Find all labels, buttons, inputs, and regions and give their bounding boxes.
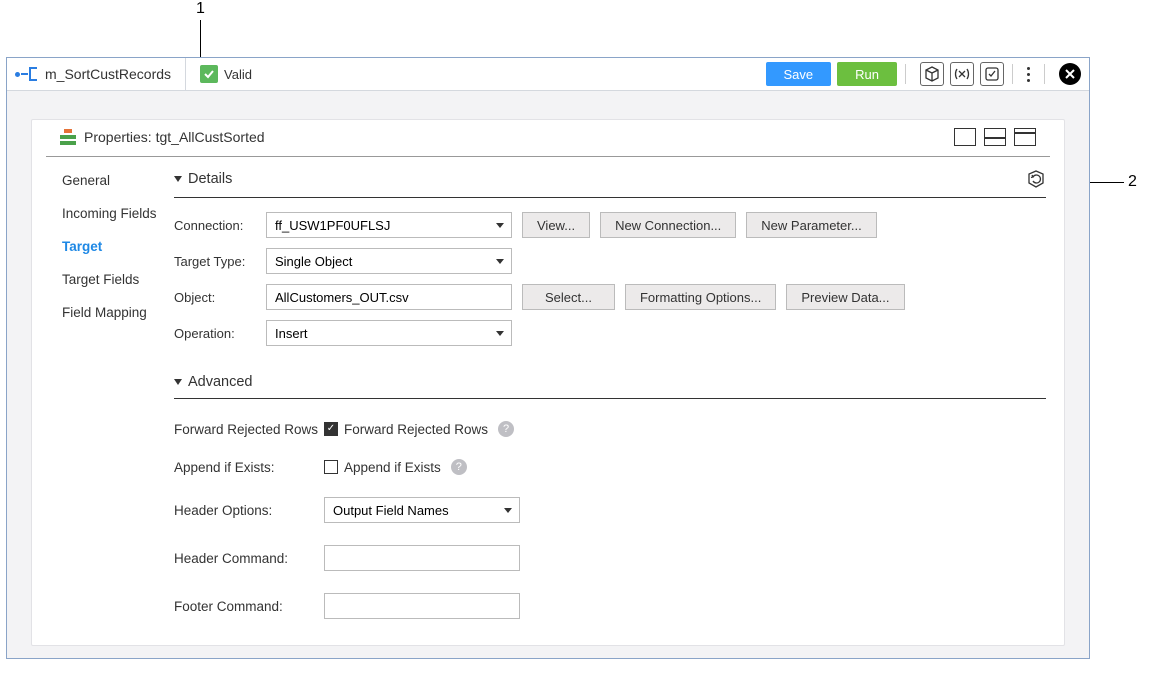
target-type-select[interactable] [266,248,512,274]
details-section-header[interactable]: Details [174,169,1046,198]
properties-main: Details Connection: View... New Connecti… [170,157,1050,645]
object-label: Object: [174,290,266,305]
run-button[interactable]: Run [837,62,897,86]
tab-field-mapping[interactable]: Field Mapping [62,305,170,320]
top-toolbar: m_SortCustRecords Valid Save Run [7,58,1089,91]
refresh-icon[interactable] [1026,169,1046,189]
valid-label: Valid [224,67,252,82]
append-if-exists-help-icon[interactable]: ? [451,459,467,475]
header-options-label: Header Options: [174,503,324,518]
operation-label: Operation: [174,326,266,341]
toolbar-separator [905,64,906,84]
target-transformation-icon [60,129,76,145]
header-command-input[interactable] [324,545,520,571]
forward-rejected-rows-checkbox[interactable] [324,422,338,436]
close-button[interactable] [1059,63,1081,85]
footer-command-input[interactable] [324,593,520,619]
more-menu-button[interactable] [1021,67,1036,82]
target-type-row: Target Type: [174,248,1046,274]
advanced-section-title: Advanced [188,374,253,390]
cube-icon-button[interactable] [920,62,944,86]
properties-side-tabs: General Incoming Fields Target Target Fi… [46,157,170,645]
header-options-row: Header Options: [174,497,1046,523]
advanced-disclosure-icon [174,379,182,385]
properties-header: Properties: tgt_AllCustSorted [46,120,1050,157]
validate-icon-button[interactable] [980,62,1004,86]
operation-row: Operation: [174,320,1046,346]
new-connection-button[interactable]: New Connection... [600,212,736,238]
advanced-section: Advanced Forward Rejected Rows Forward R… [174,374,1046,619]
properties-panel: Properties: tgt_AllCustSorted General In… [31,119,1065,646]
append-if-exists-row: Append if Exists: Append if Exists ? [174,459,1046,475]
valid-badge-icon [200,65,218,83]
layout-collapse-button[interactable] [1014,128,1036,146]
footer-command-label: Footer Command: [174,599,324,614]
details-section-title: Details [188,171,232,187]
save-button[interactable]: Save [766,62,832,86]
toolbar-divider [185,58,186,90]
properties-title-object: tgt_AllCustSorted [156,129,265,145]
toolbar-separator-2 [1012,64,1013,84]
mapping-icon [15,66,39,82]
callout-2-label: 2 [1128,173,1137,191]
variable-icon-button[interactable] [950,62,974,86]
forward-rejected-rows-cb-label: Forward Rejected Rows [344,422,488,437]
select-object-button[interactable]: Select... [522,284,615,310]
properties-title-prefix: Properties: [84,129,156,145]
layout-full-button[interactable] [954,128,976,146]
footer-command-row: Footer Command: [174,593,1046,619]
append-if-exists-checkbox[interactable] [324,460,338,474]
app-window: m_SortCustRecords Valid Save Run [6,57,1090,659]
header-command-label: Header Command: [174,551,324,566]
details-disclosure-icon [174,176,182,182]
formatting-options-button[interactable]: Formatting Options... [625,284,776,310]
forward-rejected-rows-label: Forward Rejected Rows [174,422,324,437]
tab-incoming-fields[interactable]: Incoming Fields [62,206,170,221]
tab-target-fields[interactable]: Target Fields [62,272,170,287]
connection-row: Connection: View... New Connection... Ne… [174,212,1046,238]
view-connection-button[interactable]: View... [522,212,590,238]
append-if-exists-label: Append if Exists: [174,460,324,475]
target-type-label: Target Type: [174,254,266,269]
canvas-area: Properties: tgt_AllCustSorted General In… [7,91,1089,658]
tab-general[interactable]: General [62,173,170,188]
preview-data-button[interactable]: Preview Data... [786,284,904,310]
mapping-title: m_SortCustRecords [45,66,171,82]
tab-target[interactable]: Target [62,239,170,254]
properties-title: Properties: tgt_AllCustSorted [84,129,265,145]
toolbar-separator-3 [1044,64,1045,84]
advanced-section-header[interactable]: Advanced [174,374,1046,399]
object-input[interactable] [266,284,512,310]
forward-rejected-rows-help-icon[interactable]: ? [498,421,514,437]
layout-split-button[interactable] [984,128,1006,146]
operation-select[interactable] [266,320,512,346]
header-command-row: Header Command: [174,545,1046,571]
new-parameter-button[interactable]: New Parameter... [746,212,876,238]
forward-rejected-rows-row: Forward Rejected Rows Forward Rejected R… [174,421,1046,437]
header-options-select[interactable] [324,497,520,523]
connection-select[interactable] [266,212,512,238]
callout-1-label: 1 [196,0,205,18]
append-if-exists-cb-label: Append if Exists [344,460,441,475]
object-row: Object: Select... Formatting Options... … [174,284,1046,310]
properties-body: General Incoming Fields Target Target Fi… [32,157,1064,645]
connection-label: Connection: [174,218,266,233]
